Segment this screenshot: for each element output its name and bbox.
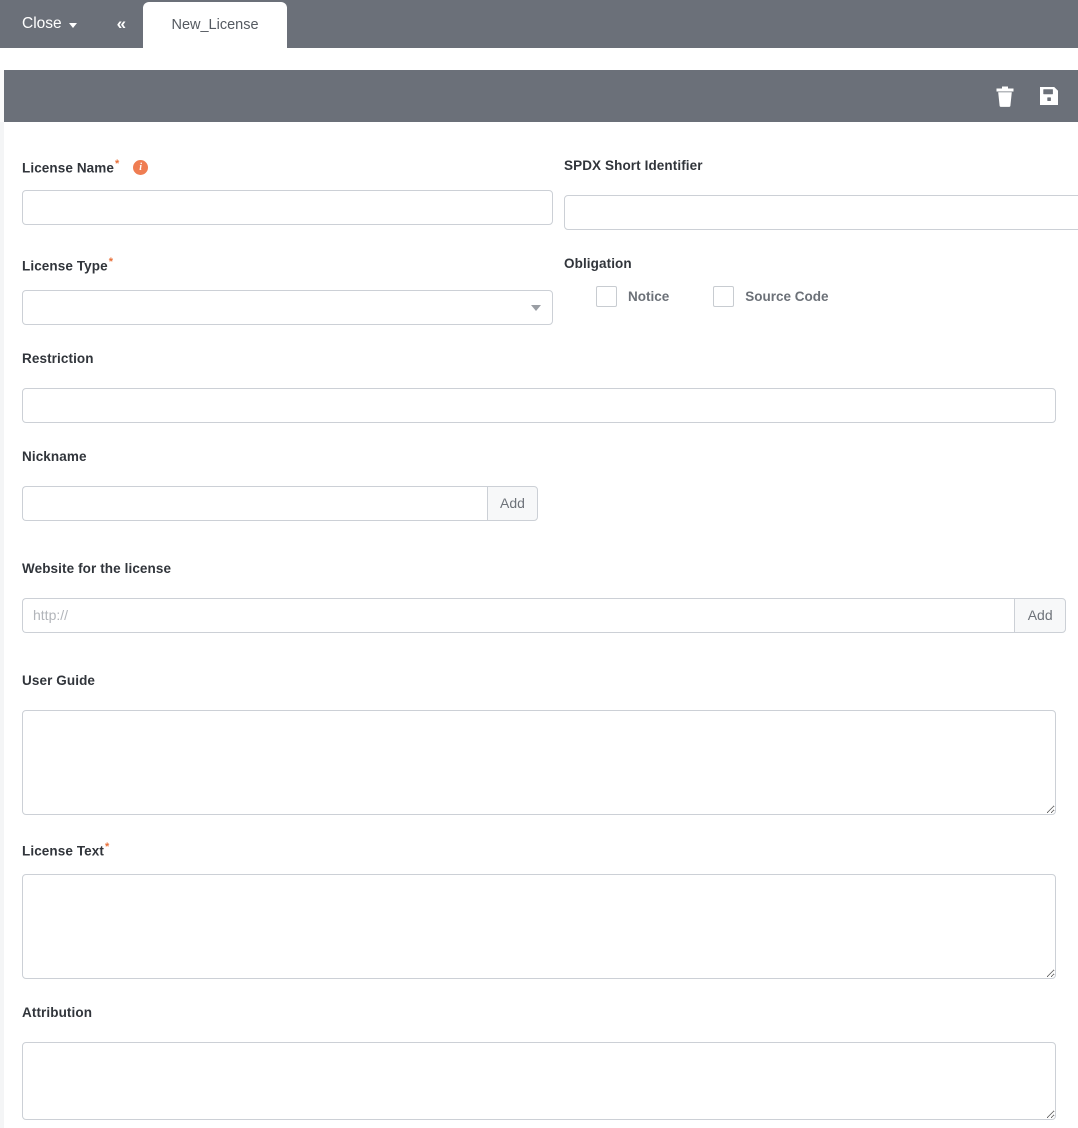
user-guide-textarea[interactable]	[22, 709, 1056, 815]
license-type-label: License Type*	[22, 256, 553, 274]
field-restriction: Restriction	[22, 351, 1056, 423]
license-text-textarea[interactable]	[22, 874, 1056, 979]
close-button-label: Close	[22, 15, 62, 32]
obligation-label: Obligation	[564, 256, 632, 271]
user-guide-label: User Guide	[22, 672, 96, 688]
chevron-down-icon	[531, 305, 541, 311]
website-add-button[interactable]: Add	[1014, 597, 1066, 633]
website-label: Website for the license	[22, 560, 172, 576]
license-text-label: License Text*	[22, 841, 1056, 859]
required-asterisk: *	[104, 840, 110, 853]
field-nickname: Nickname Add	[22, 449, 1056, 521]
restriction-label: Restriction	[22, 350, 94, 366]
field-license-type: License Type*	[22, 256, 553, 325]
license-form: License Name* i SPDX Short Identifier Li…	[0, 122, 1078, 1128]
restriction-input[interactable]	[22, 387, 1056, 423]
required-asterisk: *	[115, 158, 120, 170]
tab-label: New_License	[171, 17, 259, 33]
spdx-label: SPDX Short Identifier	[564, 158, 703, 173]
field-license-name: License Name* i	[22, 158, 553, 230]
info-icon[interactable]: i	[133, 160, 149, 176]
collapse-panel-button[interactable]: «	[101, 0, 141, 48]
license-name-label-text: License Name	[22, 160, 114, 176]
required-asterisk: *	[108, 256, 114, 268]
checkbox-notice-box[interactable]	[596, 286, 617, 307]
attribution-textarea[interactable]	[22, 1042, 1056, 1120]
floppy-disk-save-icon[interactable]	[1038, 85, 1060, 107]
form-row-type: License Type* Obligation Notice Source C…	[22, 256, 1056, 325]
field-obligation: Obligation Notice Source Code	[564, 256, 1078, 325]
checkbox-notice[interactable]: Notice	[596, 286, 669, 307]
website-input[interactable]	[22, 597, 1015, 633]
website-input-group: Add	[22, 597, 1066, 633]
field-spdx-short-identifier: SPDX Short Identifier	[564, 158, 1078, 230]
checkbox-notice-label: Notice	[628, 289, 670, 304]
license-type-select[interactable]	[22, 289, 553, 325]
checkbox-source-code[interactable]: Source Code	[713, 286, 829, 307]
window-tab-bar: Close « New_License	[0, 0, 1078, 48]
license-text-label-text: License Text	[22, 843, 104, 858]
close-dropdown-button[interactable]: Close	[0, 0, 77, 48]
spdx-short-identifier-input[interactable]	[564, 195, 1078, 230]
form-row-name: License Name* i SPDX Short Identifier	[22, 158, 1078, 230]
tab-new-license[interactable]: New_License	[143, 2, 287, 48]
chevron-down-icon	[68, 22, 77, 28]
field-user-guide: User Guide	[22, 673, 1056, 815]
left-edge-strip	[0, 122, 4, 1128]
nickname-add-button[interactable]: Add	[487, 485, 538, 521]
obligation-checkbox-group: Notice Source Code	[564, 279, 1078, 314]
field-attribution: Attribution	[22, 1005, 1056, 1120]
checkbox-source-code-box[interactable]	[713, 286, 735, 307]
checkbox-source-code-label: Source Code	[745, 289, 829, 304]
nickname-label: Nickname	[22, 448, 87, 464]
license-name-input[interactable]	[22, 190, 553, 226]
nickname-input-group: Add	[22, 485, 538, 521]
nickname-input[interactable]	[22, 485, 487, 521]
tabbar-spacer	[0, 48, 1078, 70]
attribution-label: Attribution	[22, 1005, 93, 1020]
action-toolbar-wrapper	[0, 70, 1078, 122]
action-toolbar	[4, 70, 1078, 122]
field-website: Website for the license Add	[22, 560, 1066, 633]
license-type-label-text: License Type	[22, 258, 108, 274]
license-name-label: License Name* i	[22, 158, 553, 176]
trash-icon[interactable]	[994, 85, 1016, 107]
field-license-text: License Text*	[22, 841, 1056, 979]
